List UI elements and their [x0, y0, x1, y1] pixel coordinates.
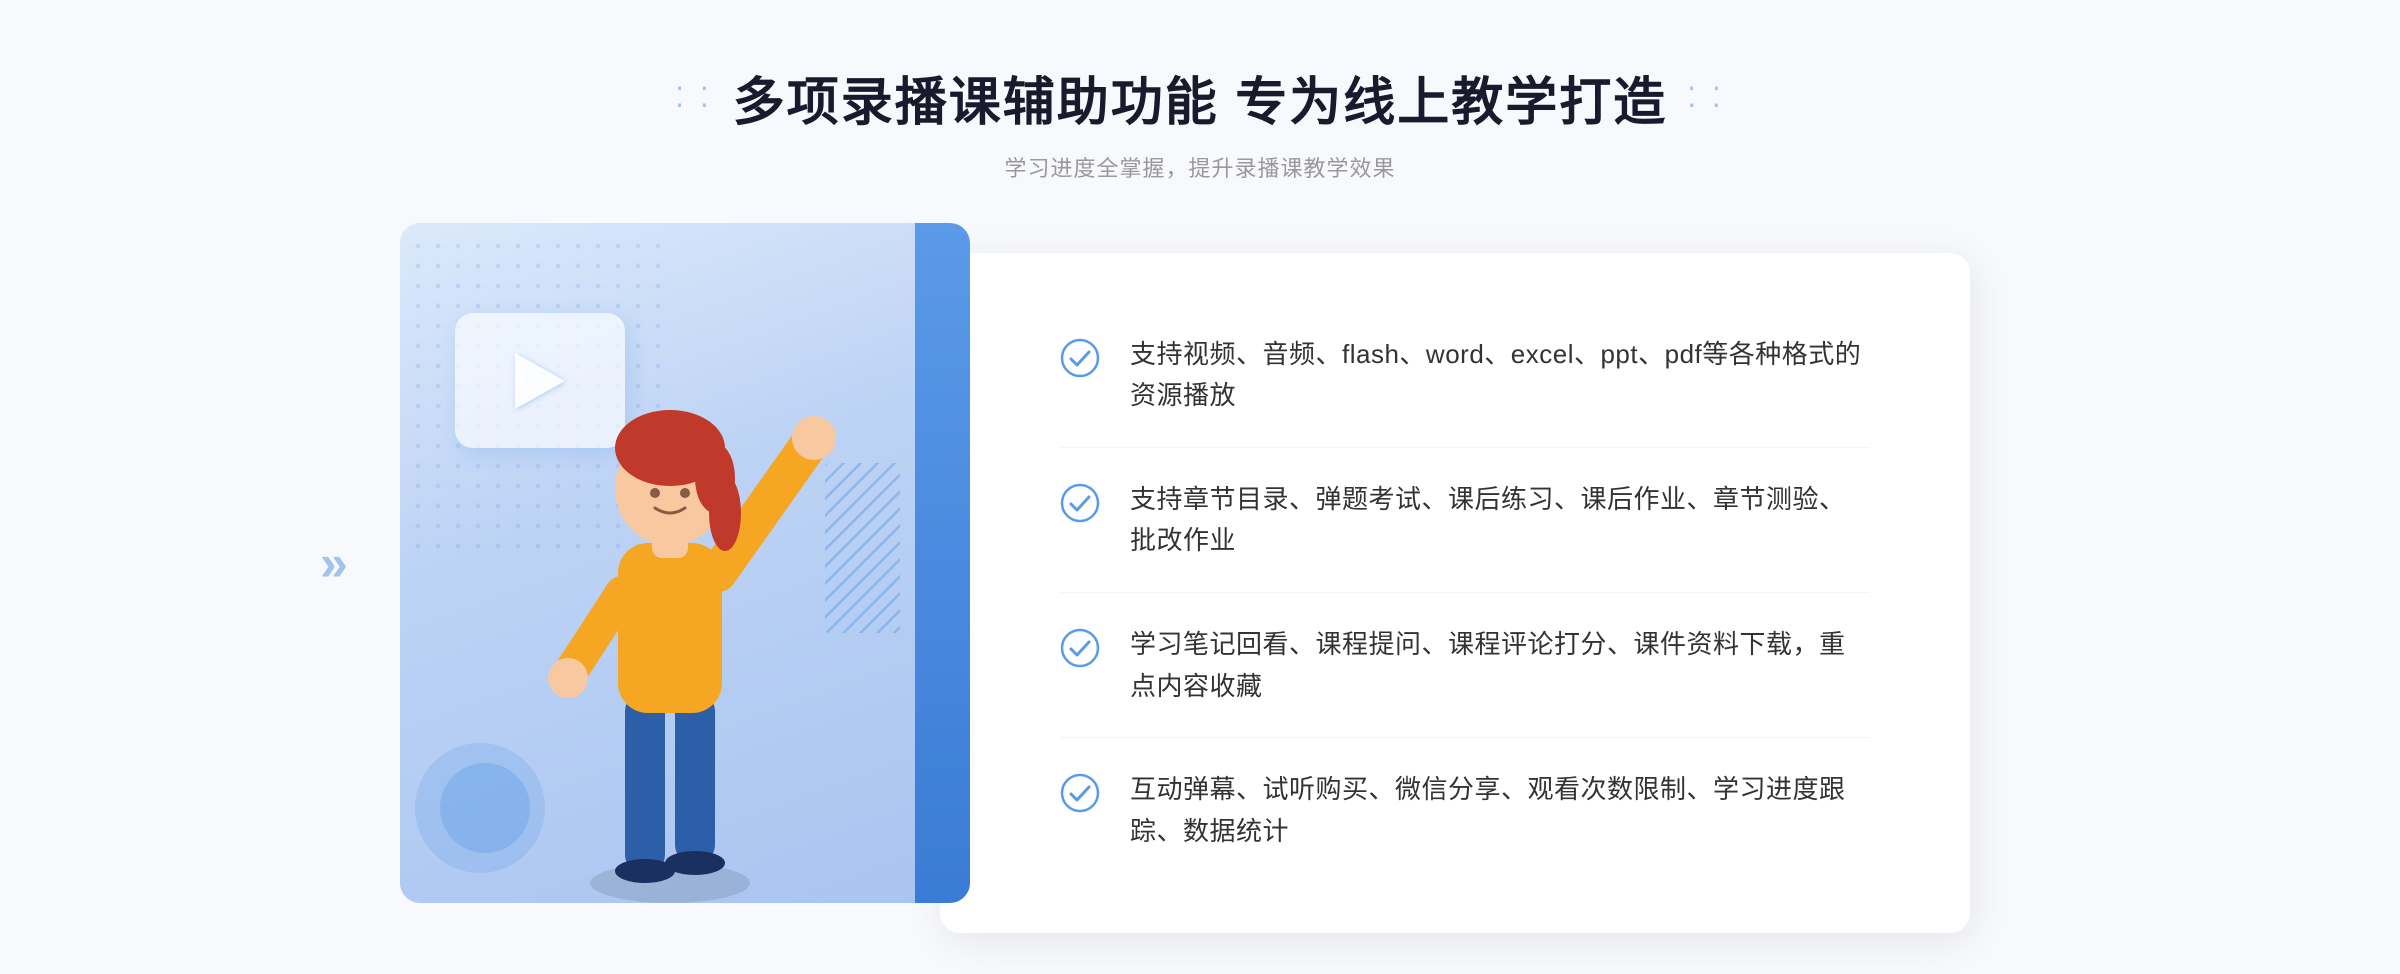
character-illustration: [470, 303, 870, 903]
chevrons-left-icon: »: [320, 543, 348, 583]
header-title-row: ⁚ ⁚ 多项录播课辅助功能 专为线上教学打造 ⁚ ⁚: [675, 60, 1725, 135]
header-section: ⁚ ⁚ 多项录播课辅助功能 专为线上教学打造 ⁚ ⁚ 学习进度全掌握，提升录播课…: [675, 0, 1725, 183]
feature-text-4: 互动弹幕、试听购买、微信分享、观看次数限制、学习进度跟踪、数据统计: [1130, 769, 1870, 852]
check-icon-2: [1060, 483, 1100, 523]
feature-item-3: 学习笔记回看、课程提问、课程评论打分、课件资料下载，重点内容收藏: [1060, 594, 1870, 738]
page-container: ⁚ ⁚ 多项录播课辅助功能 专为线上教学打造 ⁚ ⁚ 学习进度全掌握，提升录播课…: [0, 0, 2400, 974]
main-panel: »: [400, 223, 2000, 903]
decorative-dots-right: ⁚ ⁚: [1687, 81, 1725, 114]
left-illustration-card: [400, 223, 970, 903]
page-subtitle: 学习进度全掌握，提升录播课教学效果: [675, 151, 1725, 183]
feature-text-3: 学习笔记回看、课程提问、课程评论打分、课件资料下载，重点内容收藏: [1130, 624, 1870, 707]
right-features-card: 支持视频、音频、flash、word、excel、ppt、pdf等各种格式的资源…: [940, 253, 1970, 933]
check-icon-4: [1060, 773, 1100, 813]
blue-stripe-decoration: [915, 223, 970, 903]
feature-item-2: 支持章节目录、弹题考试、课后练习、课后作业、章节测验、批改作业: [1060, 449, 1870, 593]
feature-item-4: 互动弹幕、试听购买、微信分享、观看次数限制、学习进度跟踪、数据统计: [1060, 739, 1870, 882]
character-svg: [470, 303, 870, 903]
feature-text-2: 支持章节目录、弹题考试、课后练习、课后作业、章节测验、批改作业: [1130, 479, 1870, 562]
page-title: 多项录播课辅助功能 专为线上教学打造: [733, 60, 1667, 135]
check-icon-3: [1060, 628, 1100, 668]
feature-item-1: 支持视频、音频、flash、word、excel、ppt、pdf等各种格式的资源…: [1060, 304, 1870, 448]
feature-text-1: 支持视频、音频、flash、word、excel、ppt、pdf等各种格式的资源…: [1130, 334, 1870, 417]
check-icon-1: [1060, 338, 1100, 378]
decorative-dots-left: ⁚ ⁚: [675, 81, 713, 114]
